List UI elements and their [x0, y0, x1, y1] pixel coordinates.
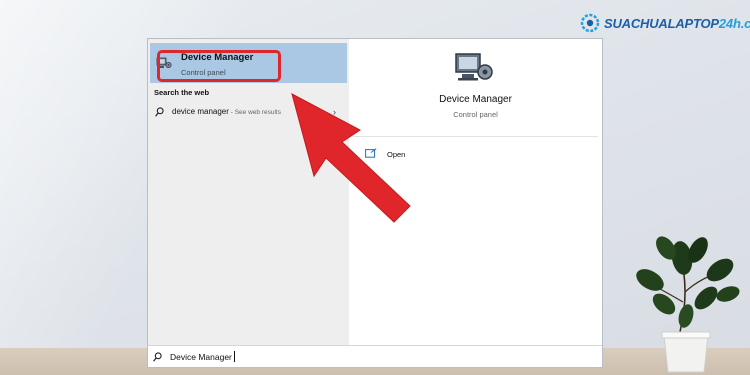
watermark-text: SUACHUALAPTOP24h.com: [604, 15, 750, 31]
best-match-result[interactable]: Device Manager Control panel: [150, 43, 347, 83]
search-input[interactable]: Device Manager: [170, 352, 232, 362]
wrench-gear-icon: [580, 13, 600, 33]
search-icon: [155, 107, 164, 117]
web-result-hint: - See web results: [228, 109, 281, 116]
potted-plant-decoration: [636, 236, 740, 373]
search-icon: [153, 352, 162, 362]
web-result-text: device manager - See web results: [172, 107, 281, 116]
watermark-logo: SUACHUALAPTOP24h.com: [580, 12, 750, 34]
red-highlight-box: [157, 50, 281, 82]
web-section-heading: Search the web: [154, 88, 210, 97]
search-box[interactable]: Device Manager: [148, 345, 602, 367]
device-manager-icon: [455, 53, 493, 81]
red-pointer-arrow: [291, 93, 411, 223]
text-caret: [234, 351, 235, 362]
